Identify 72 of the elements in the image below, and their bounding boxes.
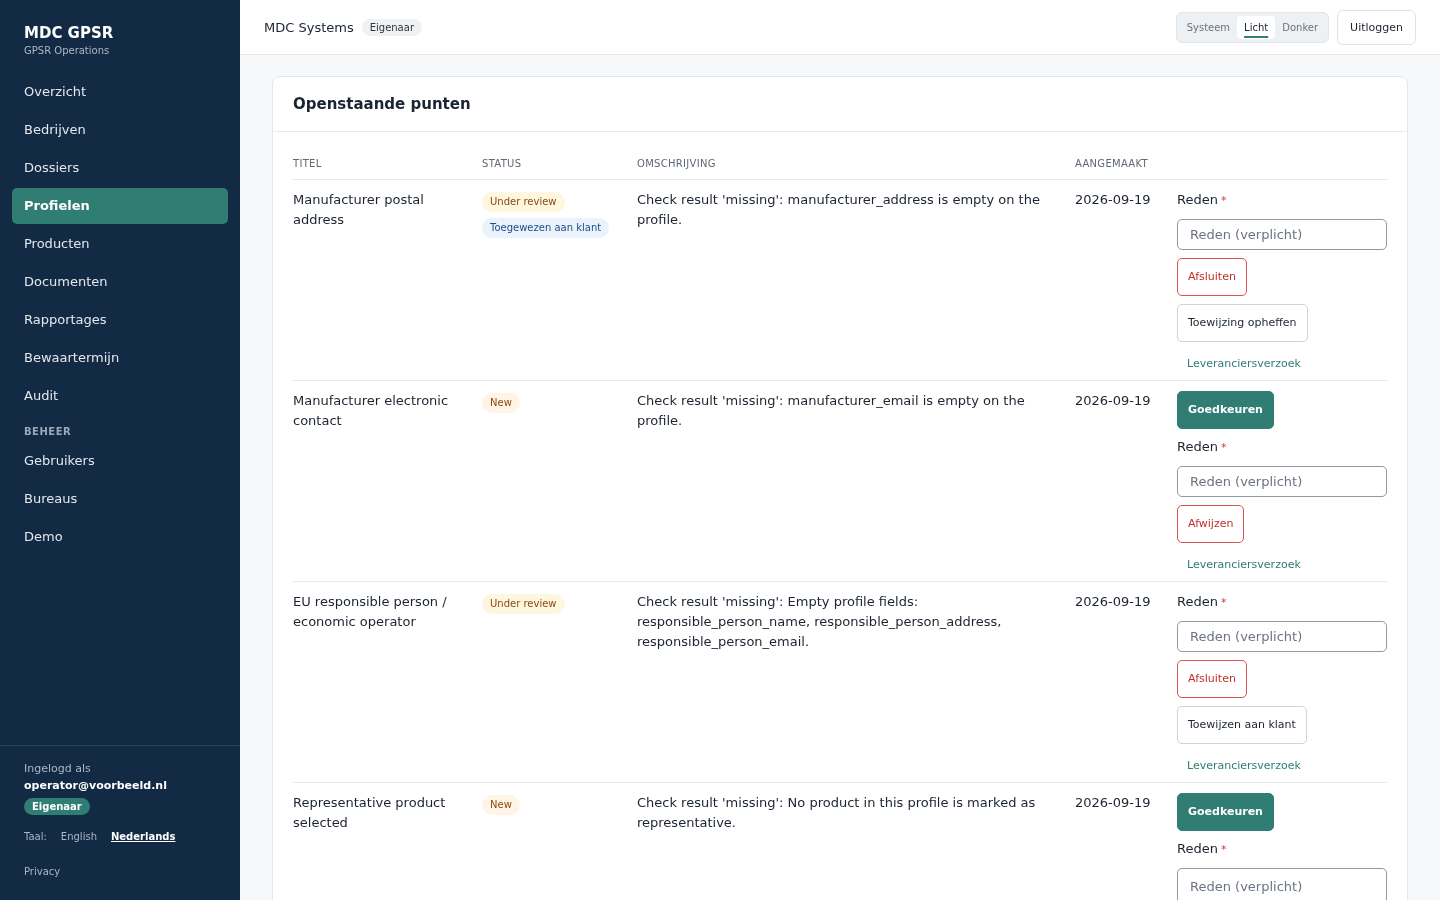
reason-input[interactable]: Reden (verplicht) (1177, 466, 1387, 497)
reason-input[interactable]: Reden (verplicht) (1177, 868, 1387, 900)
reason-input[interactable]: Reden (verplicht) (1177, 219, 1387, 250)
table-cell-text: Manufacturer postal address (293, 191, 425, 229)
required-mark: * (1220, 441, 1227, 454)
table-cell-text: 2026-09-19 (1075, 794, 1152, 812)
nav-item[interactable]: Audit (12, 378, 228, 414)
table-cell-text: EU responsible person / economic operator (293, 593, 448, 631)
table-cell-text: Check result 'missing': manufacturer_address is empty on the profile. (637, 191, 1041, 229)
card-title: Openstaande punten (273, 77, 1407, 132)
column-header: TITEL (293, 157, 323, 171)
column-header: STATUS (482, 157, 523, 171)
language-link[interactable]: Nederlands (110, 831, 176, 842)
brand-subtitle: GPSR Operations (24, 45, 111, 56)
table-cell-text: 2026-09-19 (1075, 191, 1152, 209)
required-mark: * (1220, 194, 1227, 207)
table-cell-text: Check result 'missing': manufacturer_email is empty on the profile. (637, 392, 1026, 430)
required-mark: * (1220, 596, 1227, 609)
action-button[interactable]: Afwijzen (1177, 505, 1245, 543)
field-label: Reden (1177, 841, 1218, 856)
reason-input[interactable]: Reden (verplicht) (1177, 621, 1387, 652)
approve-button[interactable]: Goedkeuren (1177, 793, 1274, 831)
nav-item[interactable]: Rapportages (12, 302, 228, 338)
logged-in-label: Ingelogd als (24, 762, 92, 775)
nav-item[interactable]: Producten (12, 226, 228, 262)
organization-name: MDC Systems (264, 19, 354, 35)
supplier-request-link[interactable]: Leveranciersverzoek (1177, 752, 1311, 780)
nav-item[interactable]: Profielen (12, 188, 228, 224)
table-cell-text: 2026-09-19 (1075, 593, 1152, 611)
table-cell-text: Check result 'missing': No product in this profile is marked as representative. (637, 794, 1037, 832)
nav-item[interactable]: Bedrijven (12, 112, 228, 148)
nav-item[interactable]: Gebruikers (12, 443, 228, 479)
column-header: AANGEMAAKT (1075, 157, 1149, 171)
status-badge: Under review (482, 192, 565, 212)
required-mark: * (1220, 843, 1227, 856)
logout-button[interactable]: Uitloggen (1337, 9, 1416, 45)
table-cell-text: Check result 'missing': Empty profile fields: responsible_person_name, responsible_person_address, responsible_person_email. (637, 593, 1003, 651)
field-label: Reden (1177, 594, 1218, 609)
status-badge: Under review (482, 594, 565, 614)
user-email: operator@voorbeeld.nl (24, 779, 168, 792)
supplier-request-link[interactable]: Leveranciersverzoek (1177, 551, 1311, 579)
field-label: Reden (1177, 439, 1218, 454)
table-cell-text: Manufacturer electronic contact (293, 392, 450, 430)
nav-item[interactable]: Demo (12, 519, 228, 555)
status-badge: New (482, 795, 520, 815)
action-button[interactable]: Afsluiten (1177, 660, 1247, 698)
nav-item[interactable]: Overzicht (12, 74, 228, 110)
action-button[interactable]: Toewijzen aan klant (1177, 706, 1307, 744)
theme-option[interactable]: Licht (1237, 15, 1276, 39)
brand-name: MDC GPSR (24, 24, 115, 42)
action-button[interactable]: Afsluiten (1177, 258, 1247, 296)
section-heading: BEHEER (23, 425, 73, 439)
language-link[interactable]: English (60, 831, 97, 842)
theme-option[interactable]: Donker (1275, 15, 1326, 39)
status-badge: New (482, 393, 520, 413)
table-cell-text: Representative product selected (293, 794, 447, 832)
table-cell-text: 2026-09-19 (1075, 392, 1152, 410)
approve-button[interactable]: Goedkeuren (1177, 391, 1274, 429)
nav-item[interactable]: Documenten (12, 264, 228, 300)
nav-item[interactable]: Dossiers (12, 150, 228, 186)
theme-option[interactable]: Systeem (1179, 15, 1238, 39)
nav-item[interactable]: Bureaus (12, 481, 228, 517)
nav-item[interactable]: Bewaartermijn (12, 340, 228, 376)
role-badge: Eigenaar (361, 18, 422, 36)
column-header: OMSCHRIJVING (637, 157, 717, 171)
supplier-request-link[interactable]: Leveranciersverzoek (1177, 350, 1311, 378)
language-label: Taal: (24, 831, 47, 842)
privacy-link[interactable]: Privacy (24, 866, 61, 877)
role-badge: Eigenaar (24, 798, 90, 815)
status-badge: Toegewezen aan klant (482, 218, 610, 238)
action-button[interactable]: Toewijzing opheffen (1177, 304, 1308, 342)
field-label: Reden (1177, 192, 1218, 207)
